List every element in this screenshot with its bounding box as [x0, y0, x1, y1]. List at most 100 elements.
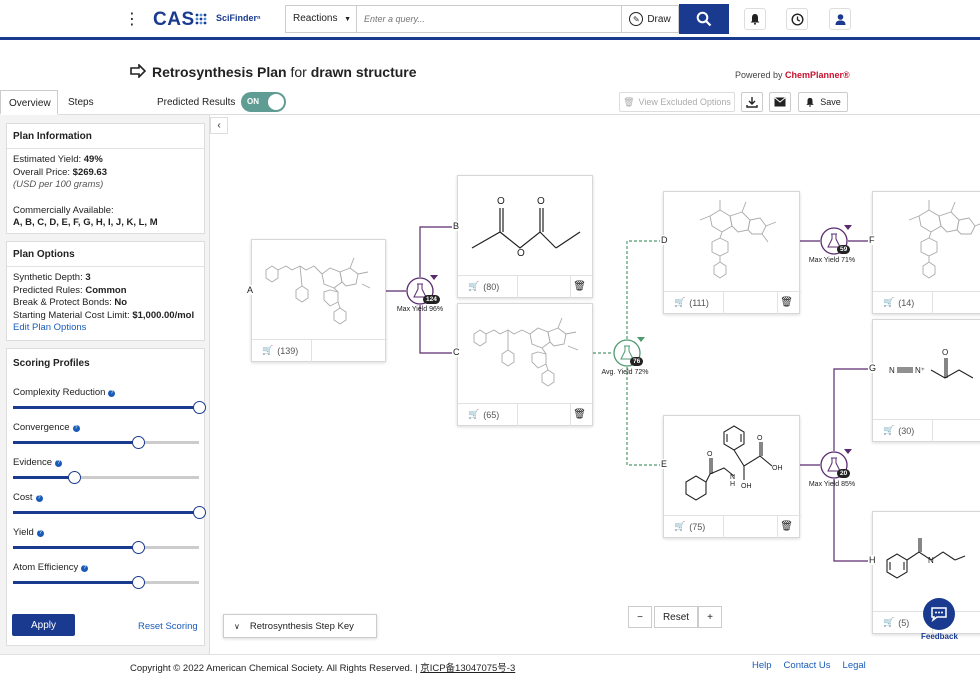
- delete-icon[interactable]: 🗑: [780, 521, 793, 532]
- predicted-results-toggle[interactable]: ON: [241, 92, 286, 112]
- feedback-label[interactable]: Feedback: [921, 632, 958, 641]
- tab-overview[interactable]: Overview: [0, 90, 58, 115]
- molecule-node-e[interactable]: N H OH OH O O 🛒 (75) 🗑: [663, 415, 801, 538]
- help-link[interactable]: Help: [752, 660, 772, 671]
- help-icon[interactable]: ?: [108, 390, 116, 397]
- apply-button[interactable]: Apply: [12, 614, 75, 636]
- reset-scoring-link[interactable]: Reset Scoring: [138, 621, 198, 632]
- legal-link[interactable]: Legal: [843, 660, 866, 671]
- zoom-in-button[interactable]: +: [698, 606, 722, 628]
- molecule-node-b[interactable]: O O O 🛒 (80) 🗑: [457, 175, 594, 298]
- save-button[interactable]: Save: [798, 92, 848, 112]
- tab-steps[interactable]: Steps: [60, 90, 102, 115]
- scoring-slider[interactable]: [13, 506, 206, 519]
- help-icon[interactable]: ?: [35, 495, 43, 502]
- node-letter-e: E: [660, 459, 669, 469]
- search-input[interactable]: [356, 5, 622, 33]
- search-icon: [696, 11, 712, 27]
- cart-icon[interactable]: 🛒: [883, 425, 894, 436]
- view-excluded-options-button[interactable]: 🗑 View Excluded Options: [619, 92, 735, 112]
- node-letter-f: F: [868, 235, 876, 245]
- reaction-1-label: Max Yield 96%: [396, 306, 444, 313]
- node-f-count: (14): [898, 297, 915, 308]
- contact-us-link[interactable]: Contact Us: [784, 660, 831, 671]
- scoring-slider[interactable]: [13, 401, 206, 414]
- reaction-node-4[interactable]: 20: [820, 449, 852, 479]
- notifications-bell-icon[interactable]: [744, 8, 766, 30]
- help-icon[interactable]: ?: [36, 530, 44, 537]
- retrosynthesis-canvas[interactable]: 🛒 (139) A 124 Max Yield 96% O O O 🛒 (80)…: [228, 115, 980, 654]
- slider-fill: [13, 476, 75, 479]
- minus-icon: −: [637, 611, 643, 623]
- cas-logo-mark-icon: [195, 13, 207, 25]
- download-icon: [746, 97, 758, 108]
- delete-icon[interactable]: 🗑: [573, 409, 586, 420]
- reaction-node-1[interactable]: 124: [406, 275, 440, 305]
- slider-label: Yield?: [13, 527, 44, 538]
- slider-thumb[interactable]: [193, 401, 206, 414]
- scoring-slider[interactable]: [13, 436, 199, 449]
- slider-label: Convergence?: [13, 422, 80, 433]
- svg-text:O: O: [517, 248, 525, 259]
- plan-options-heading: Plan Options: [7, 242, 204, 267]
- slider-thumb[interactable]: [193, 506, 206, 519]
- search-button[interactable]: [679, 4, 729, 34]
- reaction-node-3[interactable]: 59: [820, 225, 852, 255]
- overall-price: Overall Price: $269.63: [13, 166, 107, 178]
- molecule-node-a[interactable]: 🛒 (139): [251, 239, 387, 362]
- zoom-out-button[interactable]: −: [628, 606, 652, 628]
- slider-thumb[interactable]: [68, 471, 82, 484]
- scoring-slider[interactable]: [13, 541, 199, 554]
- search-type-dropdown[interactable]: Reactions ▼: [285, 5, 357, 33]
- feedback-button[interactable]: [923, 598, 955, 630]
- email-button[interactable]: [769, 92, 791, 112]
- kebab-menu-icon[interactable]: ⋮: [124, 12, 140, 28]
- download-button[interactable]: [741, 92, 763, 112]
- molecule-structure-f: [908, 200, 980, 279]
- chevron-down-icon: ▼: [344, 16, 351, 23]
- cas-logo[interactable]: CAS: [153, 9, 195, 31]
- reaction-4-label: Max Yield 85%: [808, 481, 856, 488]
- cart-icon[interactable]: 🛒: [674, 297, 685, 308]
- reset-zoom-button[interactable]: Reset: [654, 606, 698, 628]
- cart-icon[interactable]: 🛒: [883, 617, 894, 628]
- collapse-panel-button[interactable]: ‹: [210, 117, 228, 134]
- cart-icon[interactable]: 🛒: [468, 409, 479, 420]
- cart-icon[interactable]: 🛒: [468, 281, 479, 292]
- scoring-slider[interactable]: [13, 471, 199, 484]
- trash-icon: 🗑: [623, 96, 635, 107]
- slider-thumb[interactable]: [131, 541, 145, 554]
- reaction-node-2[interactable]: 76: [613, 337, 645, 367]
- user-account-icon[interactable]: [829, 8, 851, 30]
- cart-icon[interactable]: 🛒: [674, 521, 685, 532]
- icp-link[interactable]: 京ICP备13047075号-3: [420, 663, 515, 674]
- svg-text:N: N: [730, 474, 735, 481]
- history-clock-icon[interactable]: [786, 8, 808, 30]
- commercially-available-list: A, B, C, D, E, F, G, H, I, J, K, L, M: [13, 217, 158, 228]
- slider-thumb[interactable]: [131, 576, 145, 589]
- delete-icon[interactable]: 🗑: [780, 297, 793, 308]
- help-icon[interactable]: ?: [72, 425, 80, 432]
- draw-button[interactable]: ✎ Draw: [621, 5, 679, 33]
- reaction-3-badge: 59: [837, 245, 851, 254]
- cart-icon[interactable]: 🛒: [262, 345, 273, 356]
- cart-icon[interactable]: 🛒: [883, 297, 894, 308]
- delete-icon[interactable]: 🗑: [573, 281, 586, 292]
- scoring-slider[interactable]: [13, 576, 199, 589]
- footer-links: Help Contact Us Legal: [752, 660, 866, 671]
- slider-fill: [13, 511, 199, 514]
- help-icon[interactable]: ?: [55, 460, 63, 467]
- commercially-available-label: Commercially Available:: [13, 204, 114, 216]
- molecule-node-c[interactable]: 🛒 (65) 🗑: [457, 303, 594, 426]
- molecule-node-f[interactable]: 🛒 (14): [872, 191, 980, 314]
- retrosynthesis-step-key-button[interactable]: ∨ Retrosynthesis Step Key: [223, 614, 377, 638]
- slider-thumb[interactable]: [131, 436, 145, 449]
- help-icon[interactable]: ?: [81, 565, 89, 572]
- break-protect-bonds: Break & Protect Bonds: No: [13, 297, 128, 308]
- molecule-node-g[interactable]: N N⁺ O 🛒 (30): [872, 319, 980, 442]
- molecule-node-d[interactable]: 🛒 (111) 🗑: [663, 191, 801, 314]
- node-b-count: (80): [483, 281, 500, 292]
- edit-plan-options-link[interactable]: Edit Plan Options: [13, 322, 198, 335]
- slider-label: Atom Efficiency?: [13, 562, 89, 573]
- svg-text:O: O: [707, 451, 713, 458]
